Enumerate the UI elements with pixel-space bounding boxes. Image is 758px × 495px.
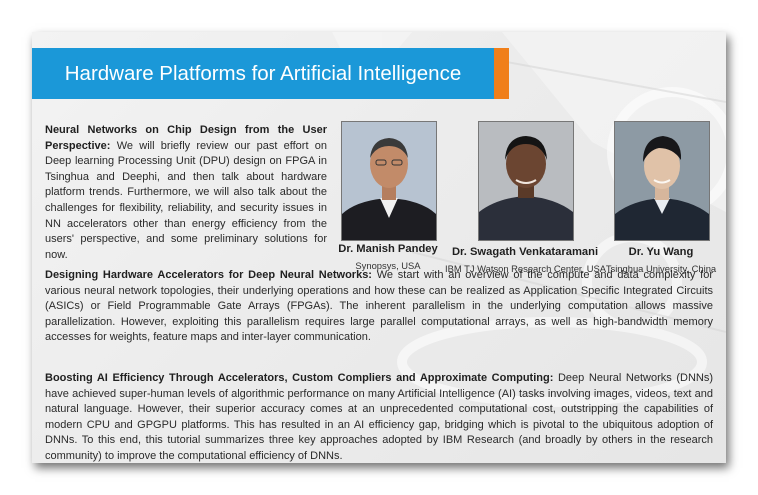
speaker-name: Dr. Swagath Venkataramani	[451, 246, 599, 258]
section-heading: Designing Hardware Accelerators for Deep…	[45, 269, 372, 281]
section-body: We will briefly review our past effort o…	[45, 139, 327, 261]
speaker-photo-yu-wang	[614, 121, 710, 241]
speaker-name: Dr. Manish Pandey	[338, 243, 438, 255]
section-heading: Boosting AI Efficiency Through Accelerat…	[45, 372, 554, 384]
speaker-name: Dr. Yu Wang	[628, 246, 694, 258]
tutorial-card: Hardware Platforms for Artificial Intell…	[32, 32, 726, 463]
speaker-photo-swagath-venkataramani	[478, 121, 574, 241]
section-designing-hardware-accelerators: Designing Hardware Accelerators for Deep…	[45, 268, 713, 346]
section-neural-networks-on-chip: Neural Networks on Chip Design from the …	[45, 123, 327, 263]
section-body: Deep Neural Networks (DNNs) have achieve…	[45, 372, 713, 462]
banner-accent	[494, 48, 509, 99]
section-boosting-ai-efficiency: Boosting AI Efficiency Through Accelerat…	[45, 371, 713, 463]
page-title: Hardware Platforms for Artificial Intell…	[64, 62, 462, 85]
speaker-photo-manish-pandey	[341, 121, 437, 241]
